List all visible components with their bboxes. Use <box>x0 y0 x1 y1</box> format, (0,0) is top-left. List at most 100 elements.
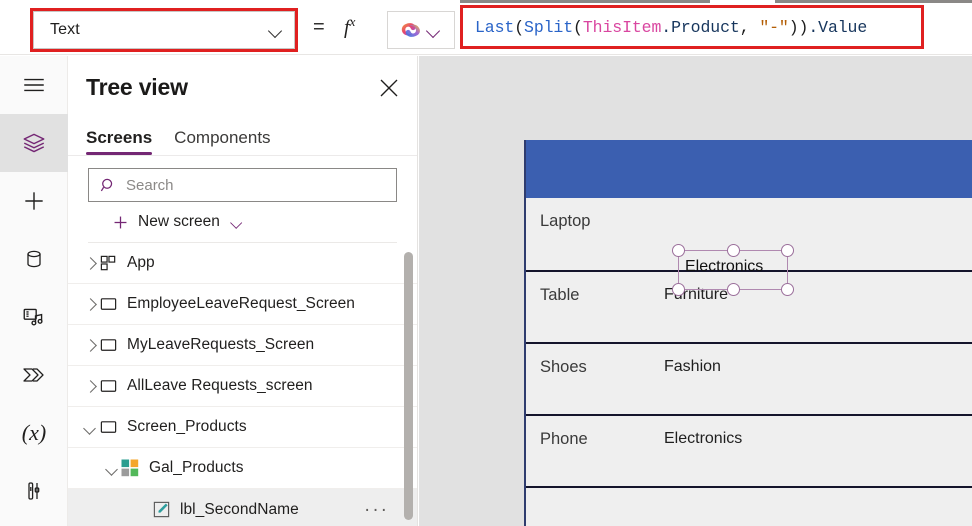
property-dropdown[interactable]: Text <box>33 11 295 49</box>
tree-item-gal-products[interactable]: Gal_Products <box>68 448 417 489</box>
search-placeholder: Search <box>126 176 174 194</box>
rail-item-power-automate[interactable] <box>0 346 68 404</box>
label-pencil-icon <box>150 499 172 521</box>
tree-item-label: Screen_Products <box>127 418 247 435</box>
screen-icon <box>97 293 119 315</box>
resize-handle-top-left[interactable] <box>672 244 685 257</box>
tree-view-scrollbar[interactable] <box>404 252 413 520</box>
rail-item-menu[interactable] <box>0 56 68 114</box>
copilot-icon <box>401 23 420 37</box>
left-rail: (x) <box>0 56 68 526</box>
tree-item-label: lbl_SecondName <box>180 500 299 518</box>
resize-handle-bottom-right[interactable] <box>781 283 794 296</box>
app-header-bar[interactable]: Electronic <box>526 140 972 198</box>
tree-item-label: App <box>127 254 155 271</box>
settings-tools-icon <box>28 482 40 500</box>
gallery-row[interactable]: Shoes Fashion <box>526 342 972 414</box>
tree-view-header: Tree view <box>68 56 417 118</box>
formula-token <box>750 18 760 37</box>
tree-item-label: MyLeaveRequests_Screen <box>127 336 315 353</box>
chevron-right-icon[interactable] <box>82 297 97 312</box>
search-input[interactable]: Search <box>88 168 397 202</box>
tab-components[interactable]: Components <box>174 128 270 155</box>
chevron-right-icon[interactable] <box>82 338 97 353</box>
hamburger-menu-icon <box>24 78 44 92</box>
close-icon[interactable] <box>377 76 401 100</box>
selected-label-text: Electronics <box>685 258 764 275</box>
powerapps-studio: Text = fx Last (Split (ThisItem .Produ… <box>0 0 972 526</box>
formula-token: ThisItem <box>582 17 662 37</box>
chevron-down-icon <box>230 215 244 229</box>
chevron-down-icon[interactable] <box>82 420 97 435</box>
gallery-row-category: Fashion <box>664 358 721 375</box>
gallery-row[interactable]: Phone Electronics <box>526 414 972 486</box>
formula-token: Last <box>475 17 515 37</box>
resize-handle-top-center[interactable] <box>726 244 740 257</box>
chevron-down-icon <box>426 22 442 38</box>
resize-handle-bottom-center[interactable] <box>726 283 740 296</box>
formula-input[interactable]: Last(Split(ThisItem .Product, "-")) .Value <box>463 8 921 46</box>
new-screen-button[interactable]: New screen <box>88 202 397 231</box>
gallery-icon <box>119 457 141 479</box>
chevron-down-icon[interactable] <box>104 461 119 476</box>
media-icon <box>23 308 43 326</box>
screen-icon <box>97 416 119 438</box>
formula-token: )) <box>788 17 809 37</box>
plus-icon <box>114 216 127 228</box>
gallery-row[interactable] <box>526 486 972 526</box>
formula-token: , <box>739 17 750 37</box>
tree-item-label: Gal_Products <box>149 459 244 476</box>
tree-item-lbl-secondname[interactable]: lbl_SecondName ··· <box>68 489 417 526</box>
selected-label-control[interactable]: Electronics <box>672 244 794 296</box>
gallery-control[interactable]: Laptop Electronics Electronics Table Fu <box>526 198 972 526</box>
gallery-row-name: Table <box>540 286 580 304</box>
power-automate-icon <box>23 368 44 382</box>
rail-item-data[interactable] <box>0 230 68 288</box>
rail-item-tree-view[interactable] <box>0 114 68 172</box>
app-screen-preview: Electronic Laptop Electronics Electronic… <box>524 140 972 526</box>
resize-handle-bottom-left[interactable] <box>672 283 685 296</box>
fx-icon: fx <box>344 14 356 39</box>
panel-title: Tree view <box>86 73 188 100</box>
rail-item-variables[interactable]: (x) <box>0 404 68 462</box>
rail-item-insert[interactable] <box>0 172 68 230</box>
overflow-menu-button[interactable]: ··· <box>364 500 389 519</box>
property-dropdown-value: Text <box>50 21 80 38</box>
formula-token: ( <box>573 17 583 37</box>
canvas-area[interactable]: Electronic Laptop Electronics Electronic… <box>419 56 972 526</box>
insert-plus-icon <box>25 192 43 210</box>
formula-token: .Product <box>661 17 740 37</box>
resize-handle-top-right[interactable] <box>781 244 794 257</box>
search-area: Search New screen <box>68 156 417 243</box>
tree-item-screen-products[interactable]: Screen_Products <box>68 407 417 448</box>
chevron-right-icon[interactable] <box>82 379 97 394</box>
tree-item-app[interactable]: App <box>68 243 417 284</box>
tree-view-layers-icon <box>23 133 45 153</box>
formula-token: Split <box>524 17 574 37</box>
formula-token: ( <box>514 17 525 37</box>
gallery-row-name: Phone <box>540 430 588 448</box>
formula-token: .Value <box>808 17 868 37</box>
copilot-button[interactable] <box>387 11 455 49</box>
gallery-row-name: Shoes <box>540 358 587 376</box>
gallery-row[interactable]: Laptop Electronics Electronics <box>526 198 972 296</box>
tree-view-panel: Tree view Screens Components Search New … <box>68 56 418 526</box>
screen-icon <box>97 334 119 356</box>
search-icon <box>100 178 113 191</box>
app-grid-icon <box>97 252 119 274</box>
tree-item-list: App EmployeeLeaveRequest_Screen MyLeaveR… <box>68 243 417 526</box>
tree-item-allleave-requests-screen[interactable]: AllLeave Requests_screen <box>68 366 417 407</box>
tree-view-tabs: Screens Components <box>68 118 417 156</box>
rail-item-settings[interactable] <box>0 462 68 520</box>
formula-input-highlight: Last(Split(ThisItem .Product, "-")) .Value <box>460 5 924 49</box>
equals-sign: = <box>313 16 325 38</box>
tree-item-employeeleaverequest-screen[interactable]: EmployeeLeaveRequest_Screen <box>68 284 417 325</box>
property-dropdown-highlight: Text <box>30 8 298 52</box>
chevron-down-icon <box>268 22 284 38</box>
chevron-right-icon[interactable] <box>82 256 97 271</box>
tree-item-myleaverequests-screen[interactable]: MyLeaveRequests_Screen <box>68 325 417 366</box>
tab-screens[interactable]: Screens <box>86 128 153 155</box>
rail-item-media[interactable] <box>0 288 68 346</box>
gallery-row-name: Laptop <box>540 212 591 230</box>
data-cylinder-icon <box>27 250 41 268</box>
